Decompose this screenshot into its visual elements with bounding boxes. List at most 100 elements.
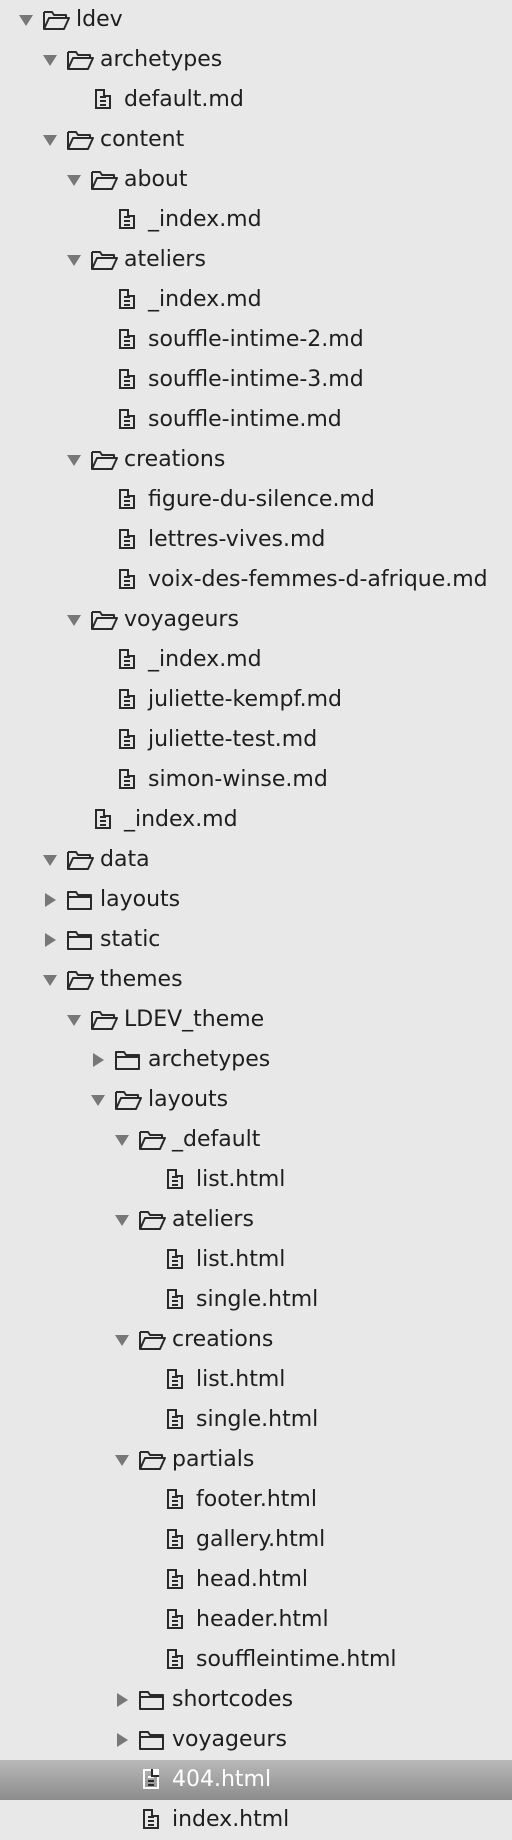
disclosure-collapsed-icon[interactable]: [114, 1692, 130, 1708]
tree-file-juliette-test-md[interactable]: juliette-test.md: [0, 720, 512, 760]
disclosure-expanded-icon[interactable]: [114, 1332, 130, 1348]
file-icon: [162, 1648, 190, 1672]
tree-file-souffleintime-html[interactable]: souffleintime.html: [0, 1640, 512, 1680]
tree-item-label: _default: [172, 1127, 261, 1152]
tree-folder-ateliers[interactable]: ateliers: [0, 1200, 512, 1240]
tree-item-label: index.html: [172, 1807, 290, 1832]
file-icon: [162, 1368, 190, 1392]
tree-item-label: default.md: [124, 87, 244, 112]
file-icon: [162, 1528, 190, 1552]
tree-folder-archetypes[interactable]: archetypes: [0, 1040, 512, 1080]
tree-file-footer-html[interactable]: footer.html: [0, 1480, 512, 1520]
tree-folder-static[interactable]: static: [0, 920, 512, 960]
folder-open-icon: [90, 608, 118, 632]
tree-folder-ldev-theme[interactable]: LDEV_theme: [0, 1000, 512, 1040]
tree-file-header-html[interactable]: header.html: [0, 1600, 512, 1640]
tree-item-label: list.html: [196, 1167, 286, 1192]
file-icon: [114, 408, 142, 432]
tree-item-label: content: [100, 127, 185, 152]
tree-file-index-md[interactable]: _index.md: [0, 280, 512, 320]
disclosure-expanded-icon[interactable]: [66, 252, 82, 268]
tree-file-souffle-intime-md[interactable]: souffle-intime.md: [0, 400, 512, 440]
tree-folder-creations[interactable]: creations: [0, 440, 512, 480]
tree-file-juliette-kempf-md[interactable]: juliette-kempf.md: [0, 680, 512, 720]
tree-file-index-html[interactable]: index.html: [0, 1800, 512, 1840]
tree-folder-partials[interactable]: partials: [0, 1440, 512, 1480]
tree-file-souffle-intime-3-md[interactable]: souffle-intime-3.md: [0, 360, 512, 400]
tree-item-label: _index.md: [124, 807, 238, 832]
tree-item-label: archetypes: [100, 47, 223, 72]
tree-item-label: ateliers: [124, 247, 206, 272]
disclosure-expanded-icon[interactable]: [114, 1212, 130, 1228]
tree-file-index-md[interactable]: _index.md: [0, 800, 512, 840]
file-tree: ldev archetypes default.md content about _ind…: [0, 0, 512, 1832]
file-icon: [138, 1768, 166, 1792]
tree-folder-layouts[interactable]: layouts: [0, 880, 512, 920]
file-icon: [162, 1488, 190, 1512]
disclosure-expanded-icon[interactable]: [66, 172, 82, 188]
file-icon: [162, 1288, 190, 1312]
disclosure-collapsed-icon[interactable]: [114, 1732, 130, 1748]
tree-folder-ldev[interactable]: ldev: [0, 0, 512, 40]
disclosure-expanded-icon[interactable]: [114, 1132, 130, 1148]
disclosure-expanded-icon[interactable]: [66, 1012, 82, 1028]
file-icon: [114, 728, 142, 752]
tree-folder-themes[interactable]: themes: [0, 960, 512, 1000]
tree-file-lettres-vives-md[interactable]: lettres-vives.md: [0, 520, 512, 560]
disclosure-expanded-icon[interactable]: [42, 972, 58, 988]
tree-folder-voyageurs[interactable]: voyageurs: [0, 600, 512, 640]
tree-item-label: simon-winse.md: [148, 767, 328, 792]
tree-file-gallery-html[interactable]: gallery.html: [0, 1520, 512, 1560]
tree-folder-data[interactable]: data: [0, 840, 512, 880]
folder-icon: [138, 1688, 166, 1712]
folder-open-icon: [90, 248, 118, 272]
tree-folder-ateliers[interactable]: ateliers: [0, 240, 512, 280]
folder-open-icon: [138, 1208, 166, 1232]
disclosure-collapsed-icon[interactable]: [90, 1052, 106, 1068]
folder-open-icon: [66, 128, 94, 152]
tree-file-simon-winse-md[interactable]: simon-winse.md: [0, 760, 512, 800]
disclosure-expanded-icon[interactable]: [66, 452, 82, 468]
tree-file-index-md[interactable]: _index.md: [0, 640, 512, 680]
disclosure-expanded-icon[interactable]: [42, 852, 58, 868]
tree-folder-about[interactable]: about: [0, 160, 512, 200]
tree-file-single-html[interactable]: single.html: [0, 1280, 512, 1320]
tree-file-list-html[interactable]: list.html: [0, 1160, 512, 1200]
tree-folder-archetypes[interactable]: archetypes: [0, 40, 512, 80]
file-icon: [114, 288, 142, 312]
tree-folder-default[interactable]: _default: [0, 1120, 512, 1160]
tree-item-label: shortcodes: [172, 1687, 294, 1712]
disclosure-collapsed-icon[interactable]: [42, 892, 58, 908]
tree-folder-shortcodes[interactable]: shortcodes: [0, 1680, 512, 1720]
tree-file-souffle-intime-2-md[interactable]: souffle-intime-2.md: [0, 320, 512, 360]
tree-folder-creations[interactable]: creations: [0, 1320, 512, 1360]
disclosure-expanded-icon[interactable]: [90, 1092, 106, 1108]
tree-item-label: list.html: [196, 1247, 286, 1272]
tree-file-list-html[interactable]: list.html: [0, 1240, 512, 1280]
tree-folder-voyageurs[interactable]: voyageurs: [0, 1720, 512, 1760]
tree-file-index-md[interactable]: _index.md: [0, 200, 512, 240]
tree-folder-layouts[interactable]: layouts: [0, 1080, 512, 1120]
disclosure-expanded-icon[interactable]: [42, 132, 58, 148]
tree-file-default-md[interactable]: default.md: [0, 80, 512, 120]
tree-item-label: LDEV_theme: [124, 1007, 265, 1032]
tree-item-label: gallery.html: [196, 1527, 326, 1552]
disclosure-expanded-icon[interactable]: [18, 12, 34, 28]
tree-file-single-html[interactable]: single.html: [0, 1400, 512, 1440]
disclosure-expanded-icon[interactable]: [114, 1452, 130, 1468]
tree-file-head-html[interactable]: head.html: [0, 1560, 512, 1600]
tree-file-voix-des-femmes-d-afrique-md[interactable]: voix-des-femmes-d-afrique.md: [0, 560, 512, 600]
folder-icon: [114, 1048, 142, 1072]
tree-folder-content[interactable]: content: [0, 120, 512, 160]
disclosure-expanded-icon[interactable]: [42, 52, 58, 68]
folder-open-icon: [66, 968, 94, 992]
folder-open-icon: [138, 1328, 166, 1352]
tree-file-figure-du-silence-md[interactable]: figure-du-silence.md: [0, 480, 512, 520]
tree-item-label: head.html: [196, 1567, 309, 1592]
tree-file-list-html[interactable]: list.html: [0, 1360, 512, 1400]
disclosure-expanded-icon[interactable]: [66, 612, 82, 628]
file-icon: [114, 768, 142, 792]
disclosure-collapsed-icon[interactable]: [42, 932, 58, 948]
tree-file-404-html[interactable]: 404.html: [0, 1760, 512, 1800]
file-icon: [162, 1568, 190, 1592]
